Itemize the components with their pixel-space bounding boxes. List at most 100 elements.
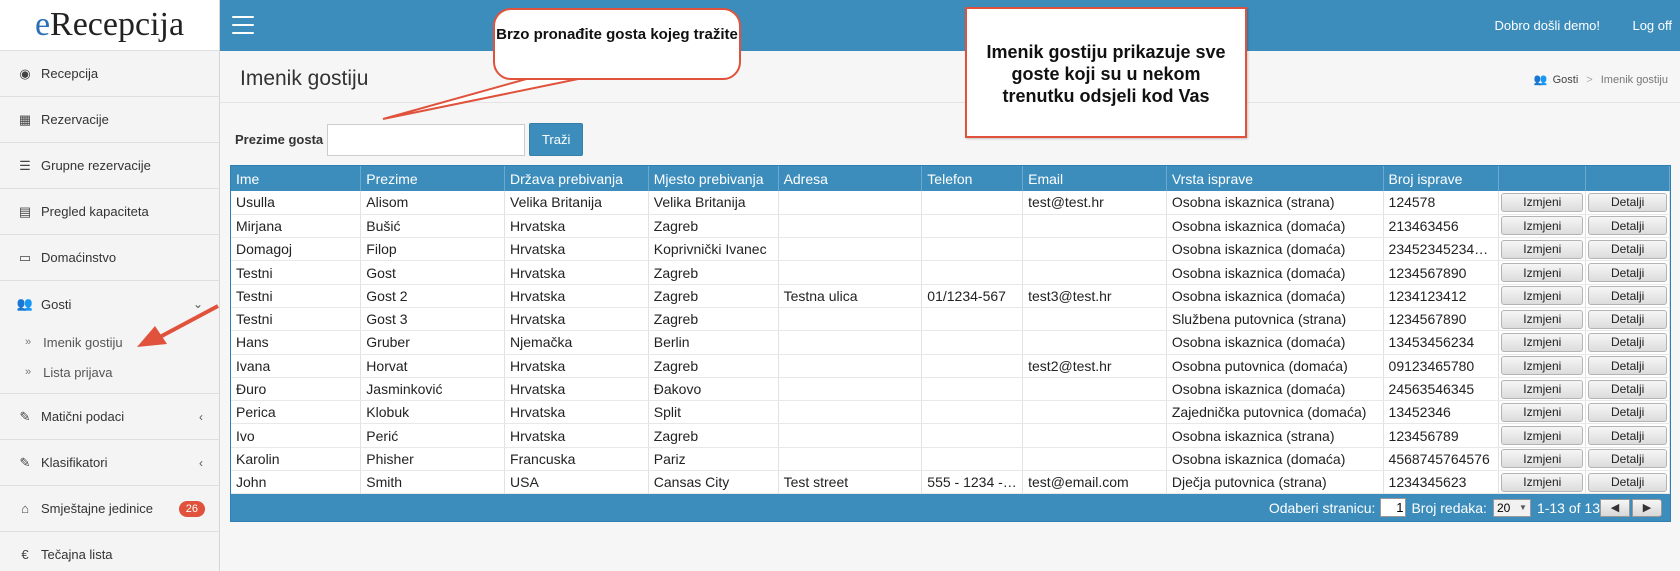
column-header[interactable]: Ime: [231, 166, 362, 191]
table-cell: [778, 354, 923, 378]
sidebar-item-gosti[interactable]: 👥 Gosti ⌄: [0, 281, 219, 327]
list-icon: ☰: [19, 157, 31, 173]
details-button[interactable]: Detalji: [1588, 402, 1667, 422]
pager-range: 1-13 of 13: [1536, 499, 1600, 516]
table-cell: Perica: [231, 400, 362, 425]
action-cell: Detalji: [1585, 307, 1670, 332]
column-header[interactable]: Prezime: [360, 166, 506, 191]
sidebar-item-label: Recepcija: [41, 66, 99, 81]
edit-button[interactable]: Izmjeni: [1501, 192, 1584, 212]
details-button[interactable]: Detalji: [1588, 356, 1667, 376]
table-row[interactable]: Usulla Alisom Velika Britanija Velika Brita…: [231, 191, 1670, 215]
column-header[interactable]: [1585, 166, 1670, 191]
sidebar-item-maticni-podaci[interactable]: ✎ Matični podaci ‹: [0, 394, 219, 440]
sidebar-item-label: Grupne rezervacije: [41, 158, 151, 173]
home-icon: ⌂: [21, 501, 29, 516]
edit-button[interactable]: Izmjeni: [1501, 286, 1584, 306]
column-header[interactable]: Telefon: [921, 166, 1024, 191]
details-button[interactable]: Detalji: [1588, 216, 1667, 236]
column-header[interactable]: Država prebivanja: [504, 166, 649, 191]
table-row[interactable]: Ivana Horvat Hrvatska Zagreb test2@test.hr Os…: [231, 354, 1670, 378]
table-cell: John: [231, 470, 362, 495]
edit-button[interactable]: Izmjeni: [1501, 309, 1584, 329]
app-logo[interactable]: e Recepcija: [0, 0, 219, 51]
details-button[interactable]: Detalji: [1588, 426, 1667, 446]
edit-button[interactable]: Izmjeni: [1501, 216, 1584, 236]
column-header[interactable]: Vrsta isprave: [1166, 166, 1384, 191]
sidebar-subitem-imenik-gostiju[interactable]: » Imenik gostiju: [0, 327, 219, 357]
table-row[interactable]: Hans Gruber Njemačka Berlin Osobna iskaznica…: [231, 330, 1670, 355]
edit-button[interactable]: Izmjeni: [1501, 449, 1584, 469]
table-cell: 1234345623: [1383, 470, 1500, 495]
column-header[interactable]: [1498, 166, 1587, 191]
breadcrumb-parent[interactable]: Gosti: [1553, 74, 1579, 86]
table-row[interactable]: Testni Gost 3 Hrvatska Zagreb Službena putov…: [231, 307, 1670, 332]
details-button[interactable]: Detalji: [1588, 309, 1667, 329]
table-cell: Hrvatska: [504, 214, 649, 239]
details-button[interactable]: Detalji: [1588, 239, 1667, 259]
sidebar-item-grupne-rezervacije[interactable]: ☰ Grupne rezervacije: [0, 143, 219, 189]
next-page-button[interactable]: ▶: [1632, 498, 1662, 517]
table-row[interactable]: Đuro Jasminković Hrvatska Đakovo Osobna iska…: [231, 377, 1670, 402]
table-cell: [778, 330, 923, 355]
sidebar-item-tecajna-lista[interactable]: € Tečajna lista: [0, 532, 219, 571]
edit-button[interactable]: Izmjeni: [1501, 239, 1584, 259]
rows-per-page-select[interactable]: 20 ▼: [1492, 498, 1531, 517]
sidebar-item-smjestajne-jedinice[interactable]: ⌂ Smještajne jedinice 26: [0, 486, 219, 532]
details-button[interactable]: Detalji: [1588, 192, 1667, 212]
table-cell: 124578: [1383, 191, 1500, 215]
edit-button[interactable]: Izmjeni: [1501, 263, 1584, 283]
table-cell: [1022, 330, 1167, 355]
table-cell: Osobna iskaznica (domaća): [1166, 330, 1384, 355]
action-cell: Detalji: [1585, 354, 1670, 378]
surname-search-input[interactable]: [327, 123, 526, 156]
table-cell: [778, 400, 923, 425]
table-cell: [778, 260, 923, 285]
details-button[interactable]: Detalji: [1588, 263, 1667, 283]
details-button[interactable]: Detalji: [1588, 449, 1667, 469]
column-header[interactable]: Broj isprave: [1383, 166, 1500, 191]
table-row[interactable]: Karolin Phisher Francuska Pariz Osobna iskaz…: [231, 447, 1670, 472]
action-cell: Izmjeni: [1498, 284, 1587, 308]
edit-button[interactable]: Izmjeni: [1501, 426, 1584, 446]
table-row[interactable]: Mirjana Bušić Hrvatska Zagreb Osobna iskazni…: [231, 214, 1670, 239]
table-row[interactable]: Ivo Perić Hrvatska Zagreb Osobna iskaznica (…: [231, 423, 1670, 448]
prev-page-button[interactable]: ◀: [1600, 498, 1630, 517]
edit-button[interactable]: Izmjeni: [1501, 379, 1584, 399]
edit-button[interactable]: Izmjeni: [1501, 332, 1584, 352]
page-number-input[interactable]: 1: [1380, 498, 1407, 518]
sidebar-item-pregled-kapaciteta[interactable]: ▤ Pregled kapaciteta: [0, 189, 219, 235]
edit-button[interactable]: Izmjeni: [1501, 402, 1584, 422]
table-row[interactable]: Testni Gost Hrvatska Zagreb Osobna iskaznica…: [231, 260, 1670, 285]
column-header[interactable]: Mjesto prebivanja: [648, 166, 779, 191]
column-header[interactable]: Email: [1022, 166, 1167, 191]
sidebar-item-klasifikatori[interactable]: ✎ Klasifikatori ‹: [0, 440, 219, 486]
details-button[interactable]: Detalji: [1588, 286, 1667, 306]
table-cell: Osobna iskaznica (domaća): [1166, 260, 1384, 285]
edit-button[interactable]: Izmjeni: [1501, 356, 1584, 376]
count-badge: 26: [178, 500, 205, 517]
rows-per-page-label: Broj redaka:: [1411, 499, 1487, 516]
table-cell: Zagreb: [648, 423, 779, 448]
sidebar-item-recepcija[interactable]: ◉ Recepcija: [0, 51, 219, 97]
table-cell: 555 - 1234 - …: [921, 470, 1024, 495]
search-button[interactable]: Traži: [529, 123, 584, 156]
welcome-text[interactable]: Dobro došli demo!: [1495, 18, 1601, 33]
table-cell: Ivo: [231, 423, 362, 448]
table-row[interactable]: Perica Klobuk Hrvatska Split Zajednička puto…: [231, 400, 1670, 425]
edit-button[interactable]: Izmjeni: [1501, 472, 1584, 492]
column-header[interactable]: Adresa: [778, 166, 923, 191]
sidebar-subitem-lista-prijava[interactable]: » Lista prijava: [0, 357, 219, 387]
grid-icon: ▦: [18, 111, 32, 127]
sidebar-item-rezervacije[interactable]: ▦ Rezervacije: [0, 97, 219, 143]
table-row[interactable]: Domagoj Filop Hrvatska Koprivnički Ivanec Os…: [231, 237, 1670, 262]
logoff-link[interactable]: Log off: [1632, 18, 1672, 33]
menu-toggle-icon[interactable]: [232, 16, 254, 34]
sidebar-item-domacinstvo[interactable]: ▭ Domaćinstvo: [0, 235, 219, 281]
table-row[interactable]: Testni Gost 2 Hrvatska Zagreb Testna ulica 01…: [231, 284, 1670, 308]
table-cell: test@email.com: [1022, 470, 1167, 495]
details-button[interactable]: Detalji: [1588, 379, 1667, 399]
table-row[interactable]: John Smith USA Cansas City Test street 555 - …: [231, 470, 1670, 495]
details-button[interactable]: Detalji: [1588, 472, 1667, 492]
details-button[interactable]: Detalji: [1588, 332, 1667, 352]
